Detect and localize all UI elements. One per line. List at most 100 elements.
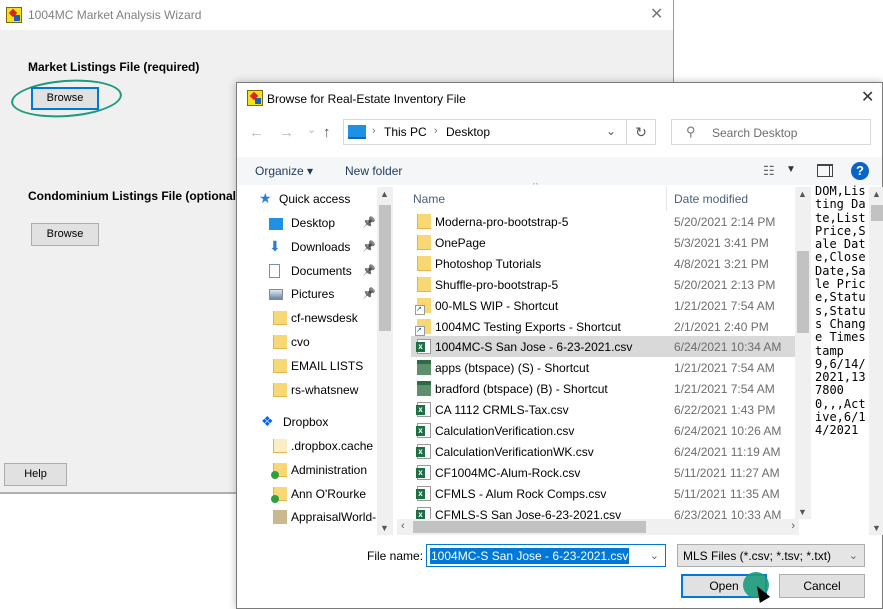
nav-item-desktop[interactable]: Desktop 📌 xyxy=(237,213,377,235)
nav-item-downloads[interactable]: ⬇ Downloads 📌 xyxy=(237,237,377,259)
file-row[interactable]: 00-MLS WIP - Shortcut 1/21/2021 7:54 AM xyxy=(411,295,795,316)
file-row[interactable]: apps (btspace) (S) - Shortcut 1/21/2021 7… xyxy=(411,357,795,378)
file-name-input[interactable]: 1004MC-S San Jose - 6-23-2021.csv ⌄ xyxy=(426,544,666,567)
nav-item-rs-whatsnew[interactable]: rs-whatsnew xyxy=(237,380,377,402)
recent-locations-icon[interactable]: ⌄ xyxy=(307,123,316,136)
pin-icon[interactable]: 📌 xyxy=(362,240,376,253)
column-header-name[interactable]: Name xyxy=(413,192,445,206)
file-row[interactable]: CA 1112 CRMLS-Tax.csv 6/22/2021 1:43 PM xyxy=(411,399,795,420)
file-list-scrollbar[interactable]: ▲ ▼ xyxy=(795,187,811,519)
file-row[interactable]: CalculationVerification.csv 6/24/2021 10:… xyxy=(411,420,795,441)
preview-pane-icon[interactable] xyxy=(817,164,833,177)
nav-item-dropbox-cache[interactable]: .dropbox.cache xyxy=(237,436,377,458)
excel-csv-icon xyxy=(416,402,431,418)
chevron-down-icon[interactable]: ⌄ xyxy=(650,549,659,562)
file-row[interactable]: 1004MC Testing Exports - Shortcut 2/1/202… xyxy=(411,316,795,337)
file-row[interactable]: CFMLS - Alum Rock Comps.csv 5/11/2021 11:… xyxy=(411,483,795,504)
file-row[interactable]: bradford (btspace) (B) - Shortcut 1/21/20… xyxy=(411,378,795,399)
file-date: 1/21/2021 7:54 AM xyxy=(674,382,775,397)
file-date: 2/1/2021 2:40 PM xyxy=(674,319,769,334)
nav-item-label: cf-newsdesk xyxy=(291,311,358,325)
sync-check-icon xyxy=(271,495,279,503)
wizard-close-icon[interactable]: ✕ xyxy=(650,7,663,23)
nav-item-ann-o-rourke[interactable]: Ann O'Rourke xyxy=(237,484,377,506)
file-type-value: MLS Files (*.csv; *.tsv; *.txt) xyxy=(683,549,832,563)
view-options-icon[interactable]: ☷ xyxy=(763,163,775,179)
file-row[interactable]: 1004MC-S San Jose - 6-23-2021.csv 6/24/20… xyxy=(411,336,795,358)
nav-item-documents[interactable]: Documents 📌 xyxy=(237,261,377,283)
excel-csv-icon xyxy=(416,339,431,355)
folder-icon xyxy=(273,383,287,397)
desktop-icon xyxy=(269,218,283,230)
shared-folder-icon xyxy=(273,510,287,524)
pin-icon[interactable]: 📌 xyxy=(362,287,376,300)
column-header-date[interactable]: Date modified xyxy=(674,192,748,206)
help-icon[interactable]: ? xyxy=(851,162,869,180)
wizard-title: 1004MC Market Analysis Wizard xyxy=(28,8,202,22)
file-preview-pane: DOM,Listing Date,List Price,Sale Date,Cl… xyxy=(815,185,866,438)
search-input[interactable]: ⚲ Search Desktop xyxy=(671,119,871,145)
nav-item-pictures[interactable]: Pictures 📌 xyxy=(237,284,377,306)
nav-item-label: Pictures xyxy=(291,287,335,301)
help-button[interactable]: Help xyxy=(4,463,67,486)
refresh-button[interactable]: ↻ xyxy=(626,119,656,145)
folder-icon xyxy=(417,255,431,271)
nav-item-label: Downloads xyxy=(291,240,351,254)
shortcut-icon xyxy=(415,297,431,315)
view-dropdown-icon[interactable]: ▼ xyxy=(786,164,796,175)
browse-dialog: Browse for Real-Estate Inventory File ✕ … xyxy=(236,82,883,609)
nav-item-email-lists[interactable]: EMAIL LISTS xyxy=(237,356,377,378)
nav-item-label: AppraisalWorld- xyxy=(291,510,377,524)
file-row[interactable]: Moderna-pro-bootstrap-5 5/20/2021 2:14 PM xyxy=(411,211,795,232)
nav-item-cvo[interactable]: cvo xyxy=(237,332,377,354)
file-row[interactable]: CF1004MC-Alum-Rock.csv 5/11/2021 11:27 AM xyxy=(411,462,795,483)
command-toolbar: Organize ▾ New folder ☷ ▼ ? xyxy=(237,157,882,185)
new-folder-button[interactable]: New folder xyxy=(345,164,402,178)
dialog-close-icon[interactable]: ✕ xyxy=(861,90,874,106)
file-list-hscrollbar[interactable]: ‹ › xyxy=(397,519,799,535)
wizard-titlebar: 1004MC Market Analysis Wizard ✕ xyxy=(0,0,673,30)
nav-item-quick-access[interactable]: ★ Quick access xyxy=(237,189,377,211)
nav-item-dropbox[interactable]: ❖ Dropbox xyxy=(237,412,377,434)
cancel-button[interactable]: Cancel xyxy=(779,574,865,598)
file-row[interactable]: CalculationVerificationWK.csv 6/24/2021 1… xyxy=(411,441,795,462)
file-date: 4/8/2021 3:21 PM xyxy=(674,256,769,271)
nav-item-cf-newsdesk[interactable]: cf-newsdesk xyxy=(237,308,377,330)
file-date: 5/3/2021 3:41 PM xyxy=(674,235,769,250)
file-row[interactable]: OnePage 5/3/2021 3:41 PM xyxy=(411,232,795,253)
file-name: CA 1112 CRMLS-Tax.csv xyxy=(435,403,569,418)
file-name: 1004MC Testing Exports - Shortcut xyxy=(435,319,621,334)
condo-browse-button[interactable]: Browse xyxy=(31,223,99,246)
network-drive-icon xyxy=(417,381,431,397)
breadcrumb-this-pc[interactable]: This PC xyxy=(384,125,427,139)
chevron-down-icon[interactable]: ⌄ xyxy=(606,124,616,138)
nav-item-administration[interactable]: Administration xyxy=(237,460,377,482)
back-arrow-icon[interactable]: ← xyxy=(249,124,264,141)
nav-item-label: Ann O'Rourke xyxy=(291,487,366,501)
file-row[interactable]: Photoshop Tutorials 4/8/2021 3:21 PM xyxy=(411,253,795,274)
pin-icon[interactable]: 📌 xyxy=(362,216,376,229)
file-date: 5/11/2021 11:27 AM xyxy=(674,465,780,480)
breadcrumb-desktop[interactable]: Desktop xyxy=(446,125,490,139)
organize-button[interactable]: Organize ▾ xyxy=(255,164,313,178)
column-divider[interactable] xyxy=(666,187,667,211)
file-type-select[interactable]: MLS Files (*.csv; *.tsv; *.txt) ⌄ xyxy=(677,544,865,567)
file-name: CF1004MC-Alum-Rock.csv xyxy=(435,465,581,480)
chevron-down-icon: ⌄ xyxy=(848,550,858,562)
file-row[interactable]: Shuffle-pro-bootstrap-5 5/20/2021 2:13 PM xyxy=(411,274,795,295)
nav-pane-scrollbar[interactable]: ▲ ▼ xyxy=(377,187,393,535)
pin-icon[interactable]: 📌 xyxy=(362,264,376,277)
nav-item-appraisalworld[interactable]: AppraisalWorld- xyxy=(237,507,377,529)
nav-item-label: Administration xyxy=(291,463,368,477)
market-browse-button[interactable]: Browse xyxy=(31,87,99,110)
up-arrow-icon[interactable]: ↑ xyxy=(323,124,331,141)
file-name: OnePage xyxy=(435,235,486,250)
forward-arrow-icon[interactable]: → xyxy=(279,124,294,141)
excel-csv-icon xyxy=(416,443,431,459)
preview-scrollbar[interactable]: ▲ ▼ xyxy=(869,187,883,535)
file-name-value: 1004MC-S San Jose - 6-23-2021.csv xyxy=(430,548,630,564)
file-date: 6/24/2021 10:34 AM xyxy=(674,340,782,355)
navigation-bar: ← → ⌄ ↑ › This PC › Desktop ⌄ ↻ ⚲ Search… xyxy=(237,119,882,147)
folder-icon xyxy=(273,439,287,453)
address-bar[interactable]: › This PC › Desktop ⌄ xyxy=(343,119,627,145)
